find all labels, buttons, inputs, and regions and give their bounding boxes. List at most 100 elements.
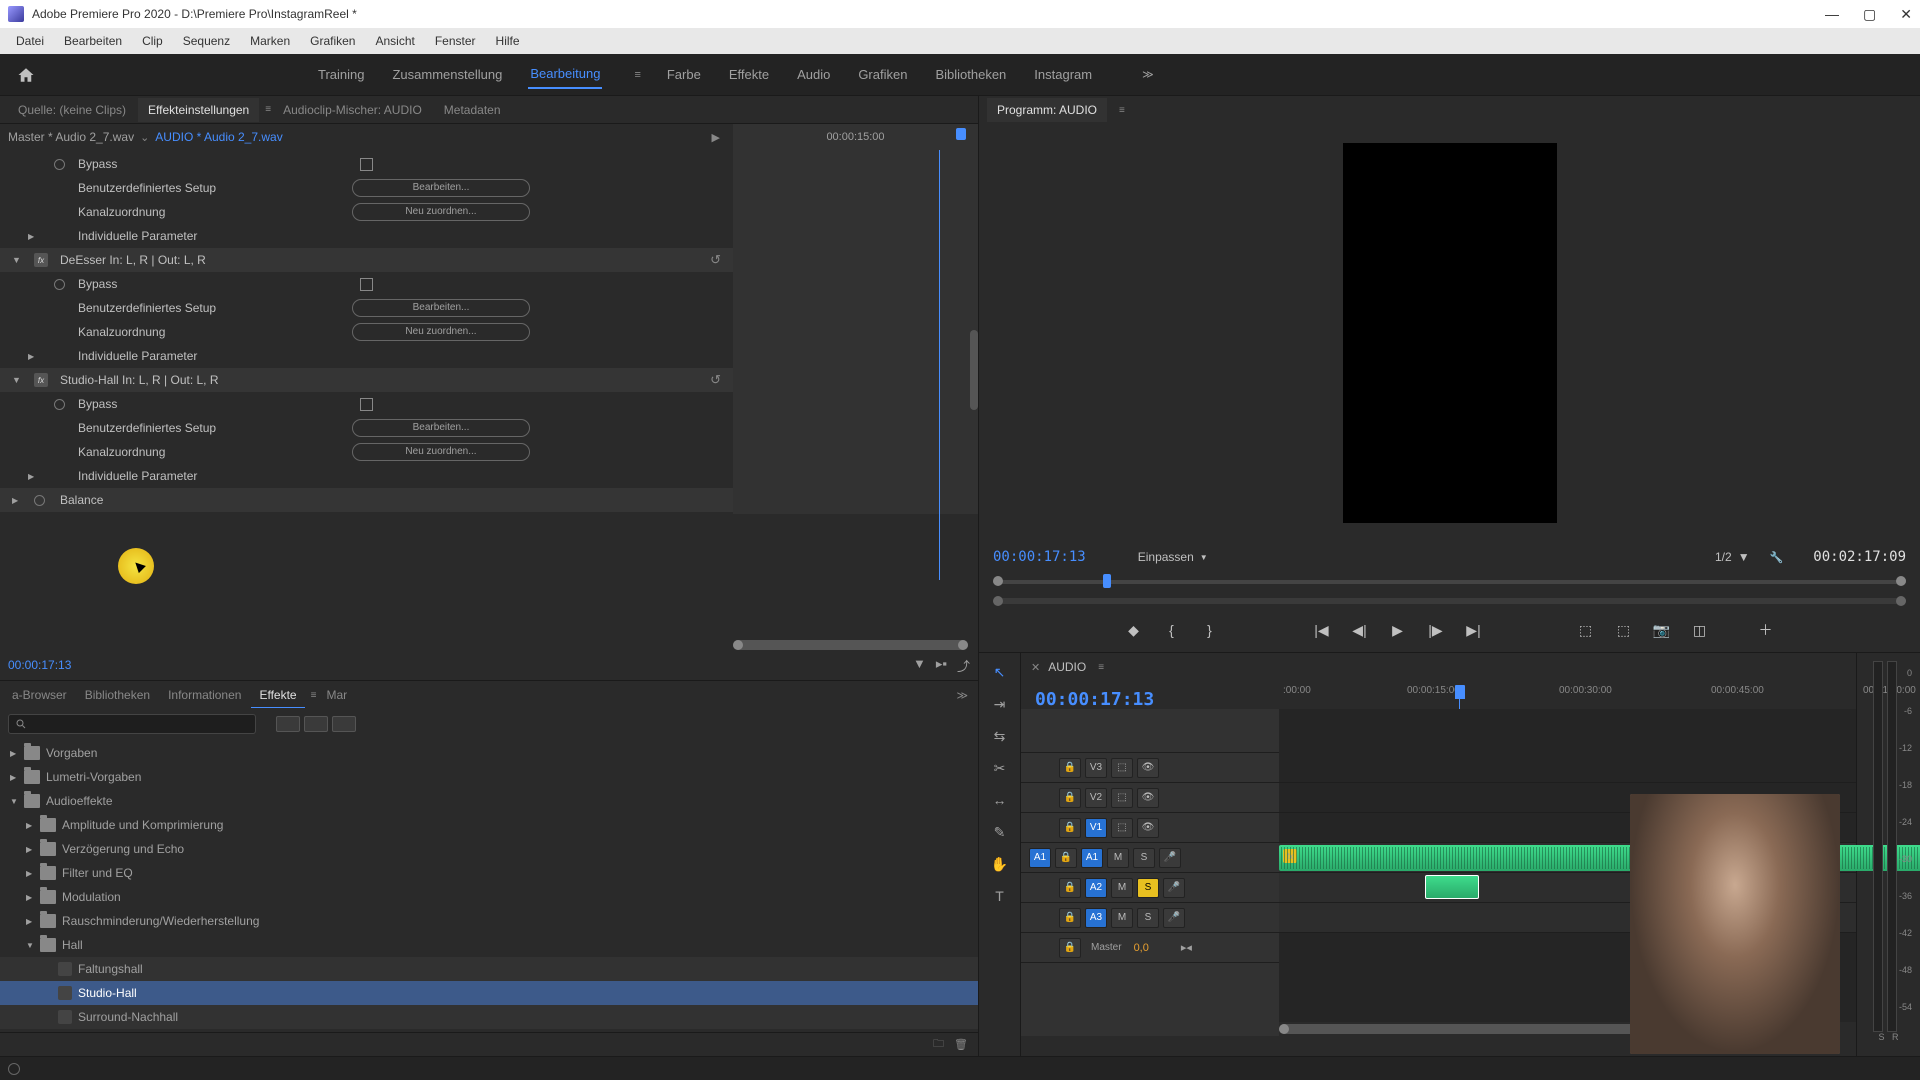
program-viewport[interactable] [979,124,1920,542]
track-v3[interactable]: V3 [1085,758,1107,778]
expand-arrow-icon[interactable] [28,471,34,481]
razor-tool[interactable]: ✂ [989,757,1011,779]
track-a2[interactable]: A2 [1085,878,1107,898]
timeline-timecode[interactable]: 00:00:17:13 [1035,689,1154,710]
remap-button[interactable]: Neu zuordnen... [352,323,530,341]
master-value[interactable]: 0,0 [1134,942,1149,954]
lock-button[interactable]: 🔒 [1059,818,1081,838]
close-button[interactable]: ✕ [1900,6,1912,23]
expand-arrow-icon[interactable] [12,495,18,505]
solo-button[interactable]: S [1133,848,1155,868]
go-to-in-button[interactable]: |◀ [1310,618,1334,642]
workspace-overflow-icon[interactable]: ≫ [1142,68,1154,81]
track-header-a1[interactable]: A1 🔒 A1 M S 🎤 [1021,843,1279,873]
workspace-bibliotheken[interactable]: Bibliotheken [933,61,1008,88]
workspace-instagram[interactable]: Instagram [1032,61,1094,88]
collapse-arrow-icon[interactable] [12,375,21,385]
toggle-output-button[interactable]: ⬚ [1111,788,1133,808]
eb-modulation[interactable]: Modulation [62,890,121,904]
source-a1[interactable]: A1 [1029,848,1051,868]
menu-hilfe[interactable]: Hilfe [488,31,528,51]
eb-verzoegerung[interactable]: Verzögerung und Echo [62,842,184,856]
extract-button[interactable]: ⬚ [1612,618,1636,642]
lift-button[interactable]: ⬚ [1574,618,1598,642]
mark-in-button[interactable]: { [1160,618,1184,642]
keyframe-toggle[interactable] [54,279,65,290]
lock-button[interactable]: 🔒 [1059,878,1081,898]
keyframe-toggle[interactable] [54,399,65,410]
tab-quelle[interactable]: Quelle: (keine Clips) [8,98,136,122]
toggle-output-button[interactable]: ⬚ [1111,758,1133,778]
workspace-zusammenstellung[interactable]: Zusammenstellung [390,61,504,88]
edit-button[interactable]: Bearbeiten... [352,179,530,197]
program-zoom-bar[interactable] [993,594,1906,608]
chevron-down-icon[interactable]: ⌄ [140,131,149,144]
lock-button[interactable]: 🔒 [1055,848,1077,868]
keyframe-toggle[interactable] [34,495,45,506]
scrollbar-horizontal[interactable] [733,640,968,650]
workspace-menu-icon[interactable]: ≡ [634,69,640,81]
lock-button[interactable]: 🔒 [1059,908,1081,928]
button-editor-icon[interactable]: ＋ [1754,618,1778,642]
workspace-farbe[interactable]: Farbe [665,61,703,88]
lock-button[interactable]: 🔒 [1059,938,1081,958]
hand-tool[interactable]: ✋ [989,853,1011,875]
comparison-button[interactable]: ◫ [1688,618,1712,642]
32bit-badge[interactable] [304,716,328,732]
menu-fenster[interactable]: Fenster [427,31,484,51]
step-forward-button[interactable]: |▶ [1424,618,1448,642]
zoom-dropdown[interactable]: 1/2 ▼ [1715,550,1750,564]
ripple-tool[interactable]: ⇆ [989,725,1011,747]
track-header-v1[interactable]: 🔒 V1 ⬚ 👁 [1021,813,1279,843]
slip-tool[interactable]: ↔ [989,789,1011,811]
eb-studio-hall[interactable]: Studio-Hall [78,986,137,1000]
eb-surround[interactable]: Surround-Nachhall [78,1010,178,1024]
tab-programm[interactable]: Programm: AUDIO [987,98,1107,122]
ec-studio-hall[interactable]: Studio-Hall In: L, R | Out: L, R [60,373,219,387]
mark-out-button[interactable]: } [1198,618,1222,642]
eb-hall[interactable]: Hall [62,938,83,952]
menu-sequenz[interactable]: Sequenz [175,31,238,51]
remap-button[interactable]: Neu zuordnen... [352,443,530,461]
workspace-bearbeitung[interactable]: Bearbeitung [528,60,602,89]
collapse-arrow-icon[interactable] [12,255,21,265]
ec-deesser[interactable]: DeEsser In: L, R | Out: L, R [60,253,206,267]
eb-audioeffekte[interactable]: Audioeffekte [46,794,113,808]
minimize-button[interactable]: ― [1825,6,1839,23]
pen-tool[interactable]: ✎ [989,821,1011,843]
maximize-button[interactable]: ▢ [1863,6,1876,23]
tab-metadaten[interactable]: Metadaten [434,98,511,122]
search-input[interactable] [8,714,256,734]
timeline-ruler[interactable]: :00:00 00:00:15:00 00:00:30:00 00:00:45:… [1279,681,1856,707]
mute-button[interactable]: M [1111,908,1133,928]
eb-amplitude[interactable]: Amplitude und Komprimierung [62,818,223,832]
fit-dropdown[interactable]: Einpassen ▼ [1138,550,1208,564]
export-frame-button[interactable]: 📷 [1650,618,1674,642]
keyframe-toggle[interactable] [54,159,65,170]
tab-menu-icon[interactable]: ≡ [1098,662,1104,673]
play-button[interactable]: ▶ [1386,618,1410,642]
eb-faltungshall[interactable]: Faltungshall [78,962,143,976]
program-scrubber[interactable] [993,572,1906,594]
tab-media-browser[interactable]: a-Browser [4,683,75,707]
settings-icon[interactable]: 🔧 [1770,551,1784,564]
play-only-icon[interactable]: ▸▪ [936,656,947,675]
sequence-name[interactable]: AUDIO [1048,660,1086,674]
ec-bypass[interactable]: Bypass [78,277,117,291]
toggle-sync-button[interactable]: 👁 [1137,788,1159,808]
reset-icon[interactable]: ↺ [710,252,721,268]
toggle-output-button[interactable]: ⬚ [1111,818,1133,838]
track-select-tool[interactable]: ⇥ [989,693,1011,715]
tab-bibliotheken[interactable]: Bibliotheken [77,683,158,707]
tab-menu-icon[interactable]: ≡ [311,690,317,701]
tab-effekte[interactable]: Effekte [251,683,304,708]
workspace-audio[interactable]: Audio [795,61,832,88]
voiceover-button[interactable]: 🎤 [1163,878,1185,898]
tab-menu-icon[interactable]: ≡ [1119,105,1125,116]
solo-button[interactable]: S [1137,908,1159,928]
edit-button[interactable]: Bearbeiten... [352,299,530,317]
close-icon[interactable]: ✕ [1031,661,1040,674]
tab-mar[interactable]: Mar [318,683,355,707]
ec-timecode[interactable]: 00:00:17:13 [8,658,71,672]
tab-effekteinstellungen[interactable]: Effekteinstellungen [138,98,259,122]
